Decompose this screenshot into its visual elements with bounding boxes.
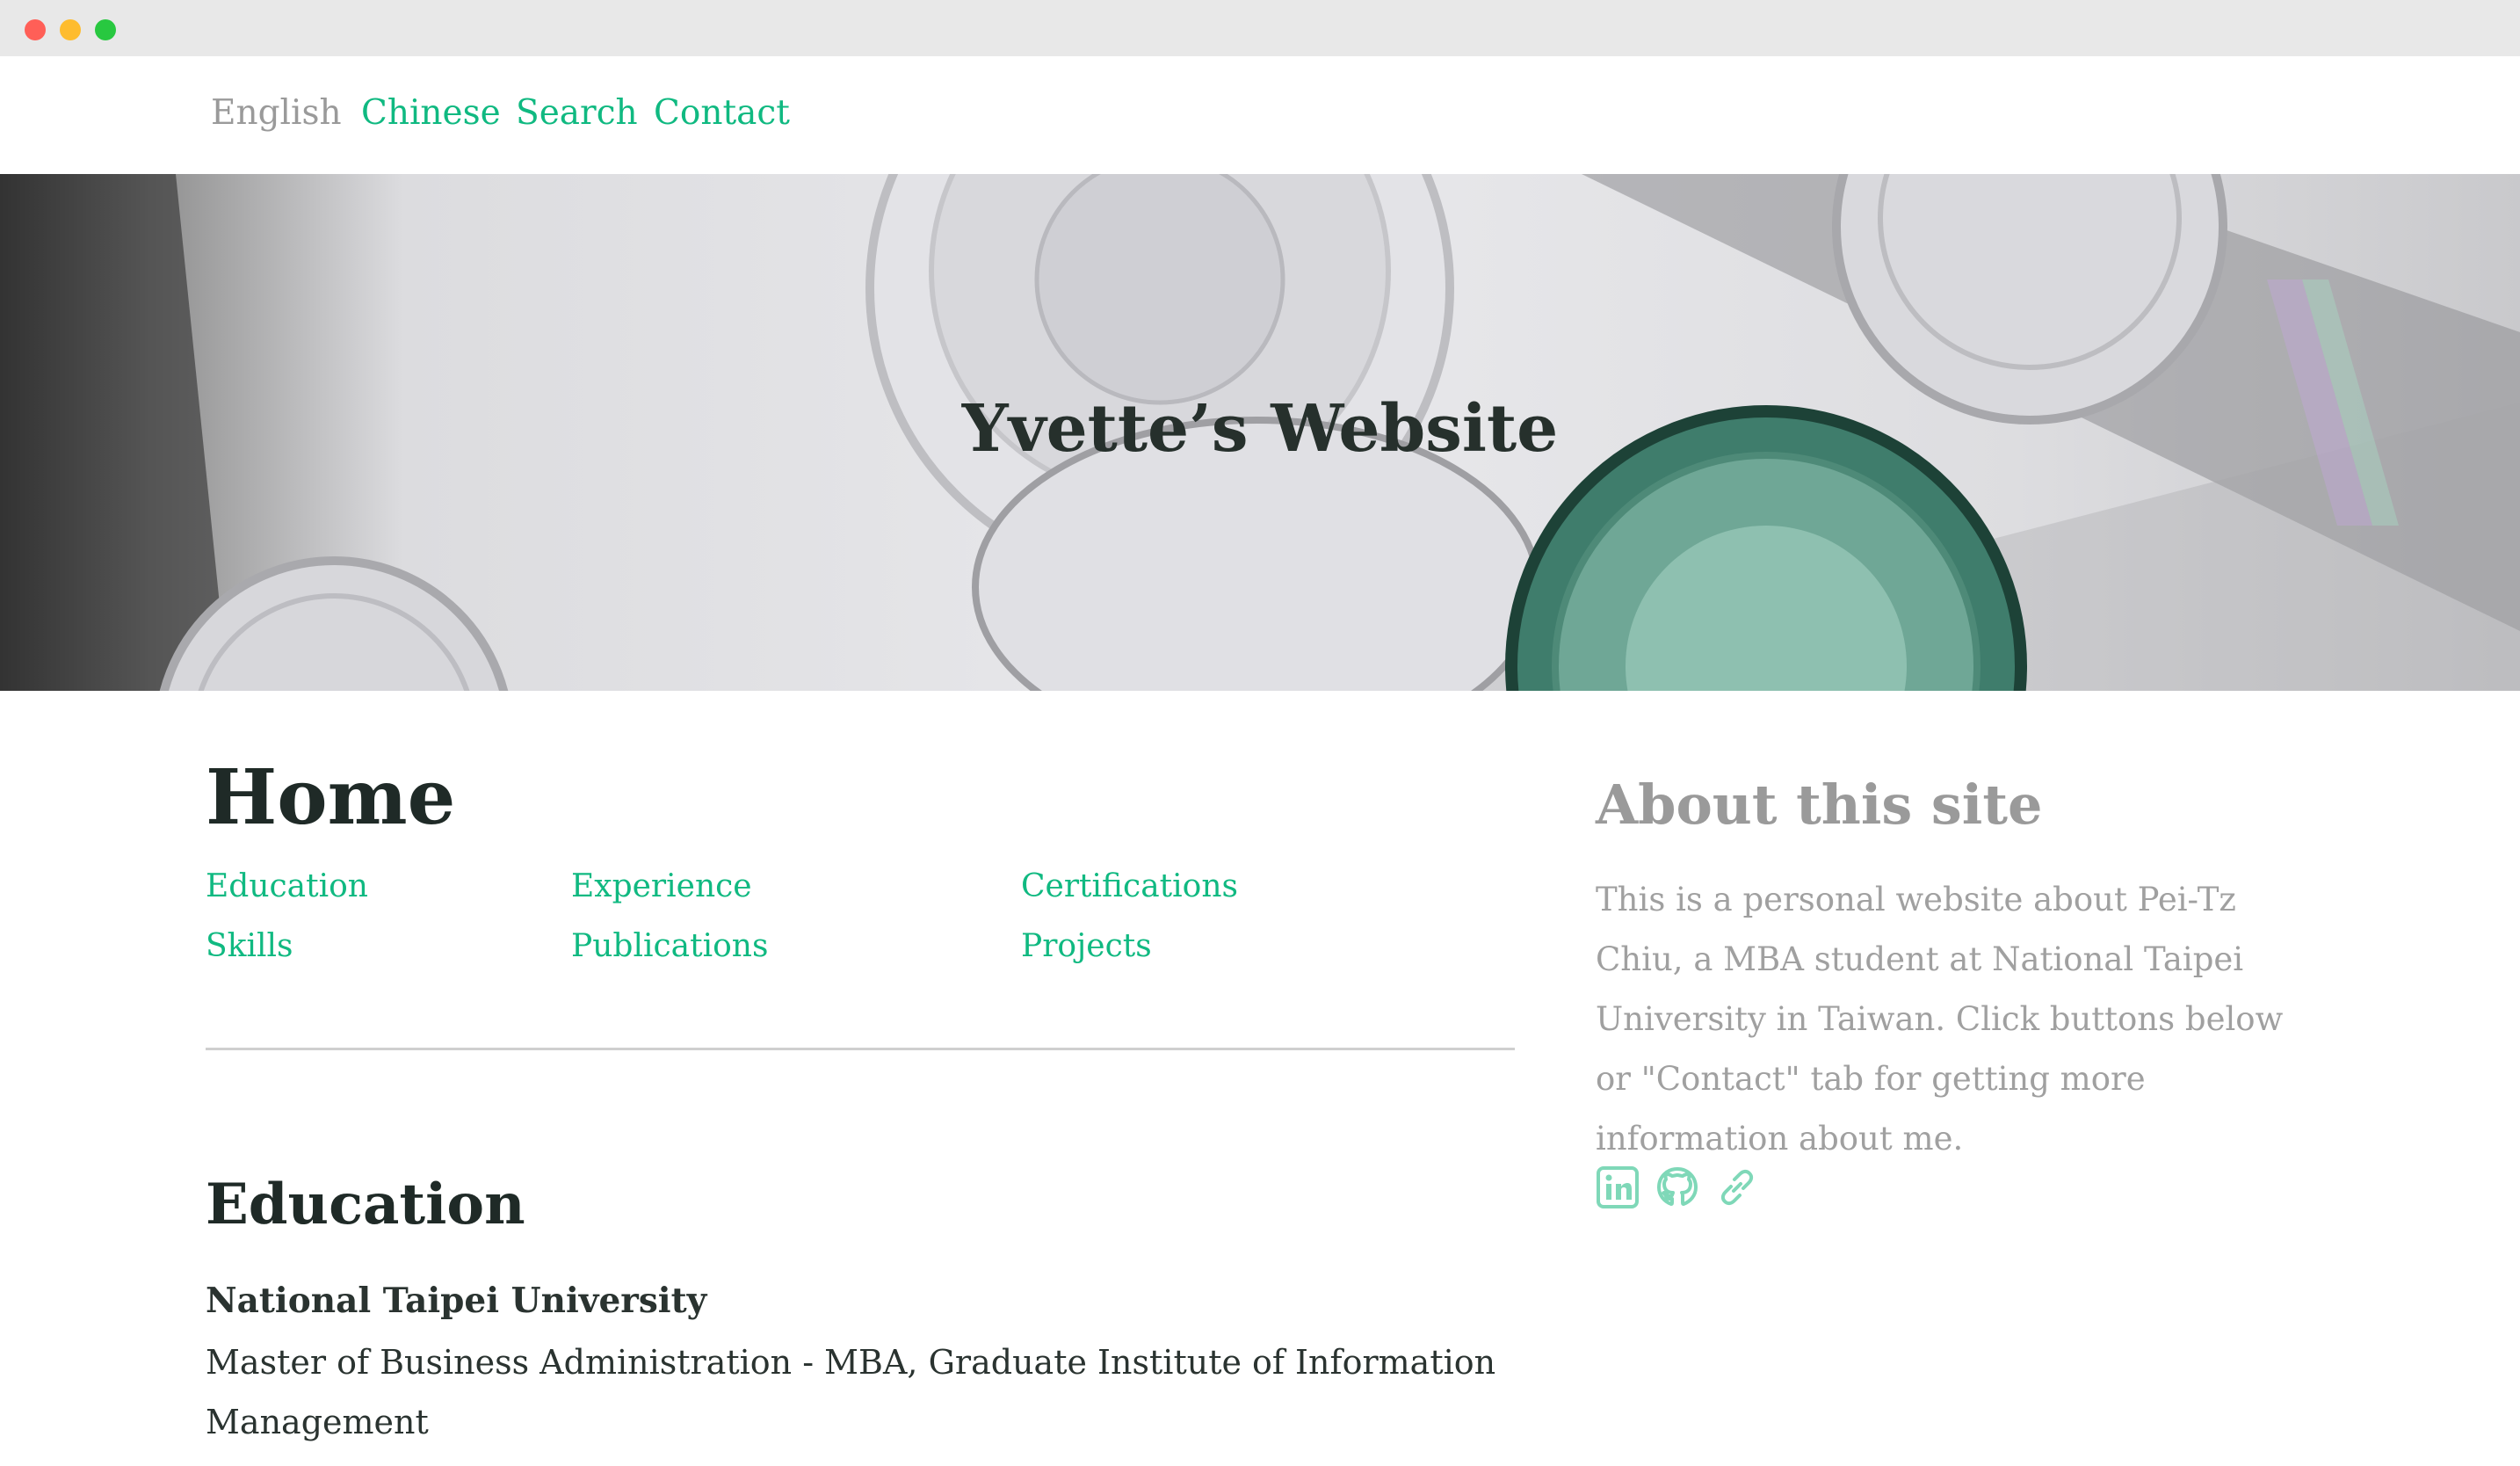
toc-link-skills[interactable]: Skills [206, 925, 293, 969]
social-links [1596, 1165, 1759, 1215]
hero-banner: Yvette’s Website [0, 174, 2520, 691]
github-icon[interactable] [1655, 1165, 1699, 1209]
site-title: Yvette’s Website [961, 391, 1559, 467]
toc-link-education[interactable]: Education [206, 865, 368, 909]
linkedin-icon[interactable] [1596, 1165, 1640, 1209]
education-school: National Taipei University [206, 1281, 707, 1321]
toc-link-publications[interactable]: Publications [571, 925, 768, 969]
link-icon[interactable] [1715, 1165, 1759, 1209]
section-divider [206, 1048, 1515, 1050]
nav-contact[interactable]: Contact [654, 91, 790, 135]
top-navbar: English Chinese Search Contact [0, 56, 2520, 174]
toc-link-projects[interactable]: Projects [1021, 925, 1152, 969]
window-titlebar [0, 0, 2520, 56]
page-title: Home [206, 753, 456, 842]
about-title: About this site [1596, 773, 2043, 837]
nav-search[interactable]: Search [516, 91, 638, 135]
nav-english[interactable]: English [211, 91, 342, 135]
close-window-button[interactable] [25, 19, 46, 40]
about-text: This is a personal website about Pei-Tz … [1596, 881, 2284, 1158]
toc-link-certifications[interactable]: Certifications [1021, 865, 1238, 909]
minimize-window-button[interactable] [60, 19, 81, 40]
maximize-window-button[interactable] [95, 19, 116, 40]
education-degree: Master of Business Administration - MBA,… [206, 1343, 1496, 1441]
education-heading: Education [206, 1172, 525, 1237]
nav-chinese[interactable]: Chinese [361, 91, 501, 135]
toc-link-experience[interactable]: Experience [571, 865, 752, 909]
